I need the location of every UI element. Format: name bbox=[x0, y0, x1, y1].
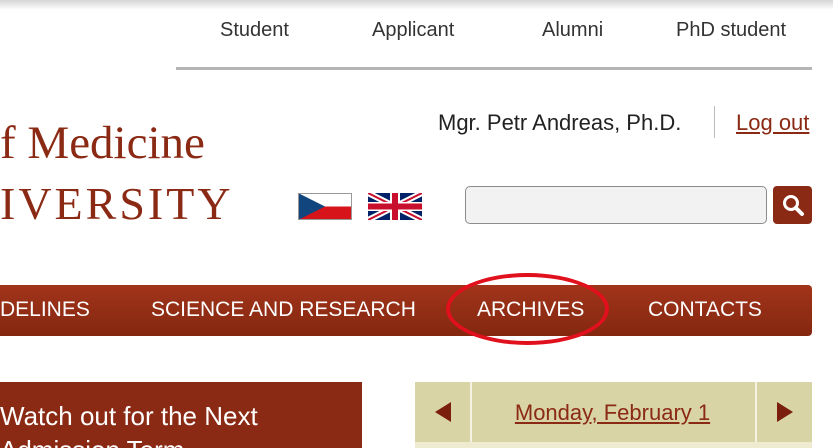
news-title[interactable]: Watch out for the Next Admission Term bbox=[0, 400, 362, 448]
calendar-widget: Monday, February 1 bbox=[415, 382, 812, 448]
triangle-right-icon bbox=[776, 402, 793, 422]
calendar-prev-button[interactable] bbox=[415, 382, 472, 442]
user-divider bbox=[714, 106, 715, 138]
faculty-logo-line2[interactable]: IVERSITY bbox=[0, 181, 234, 227]
main-nav-guidelines[interactable]: DELINES bbox=[0, 298, 90, 322]
main-nav-archives[interactable]: ARCHIVES bbox=[477, 298, 584, 322]
faculty-logo-line1[interactable]: f Medicine bbox=[0, 120, 205, 167]
audience-link-alumni[interactable]: Alumni bbox=[542, 19, 603, 42]
logout-link[interactable]: Log out bbox=[736, 110, 809, 136]
news-panel: Watch out for the Next Admission Term bbox=[0, 382, 362, 448]
calendar-header: Monday, February 1 bbox=[415, 382, 812, 442]
audience-link-student[interactable]: Student bbox=[220, 19, 289, 42]
main-nav-science-and-research[interactable]: SCIENCE AND RESEARCH bbox=[151, 298, 416, 322]
audience-link-phd-student[interactable]: PhD student bbox=[676, 19, 786, 42]
calendar-next-button[interactable] bbox=[755, 382, 812, 442]
top-shadow bbox=[0, 0, 833, 10]
czech-flag-icon[interactable] bbox=[298, 193, 352, 220]
uk-flag-icon[interactable] bbox=[366, 190, 424, 223]
audience-nav: Student Applicant Alumni PhD student bbox=[176, 16, 812, 70]
main-nav-contacts[interactable]: CONTACTS bbox=[648, 298, 762, 322]
search-button[interactable] bbox=[773, 186, 812, 224]
triangle-left-icon bbox=[434, 402, 451, 422]
search-icon bbox=[782, 195, 804, 216]
calendar-date-link[interactable]: Monday, February 1 bbox=[472, 400, 753, 426]
main-nav: DELINES SCIENCE AND RESEARCH ARCHIVES CO… bbox=[0, 285, 812, 336]
audience-link-applicant[interactable]: Applicant bbox=[372, 19, 454, 42]
user-name: Mgr. Petr Andreas, Ph.D. bbox=[438, 110, 682, 135]
search-input[interactable] bbox=[465, 186, 767, 224]
